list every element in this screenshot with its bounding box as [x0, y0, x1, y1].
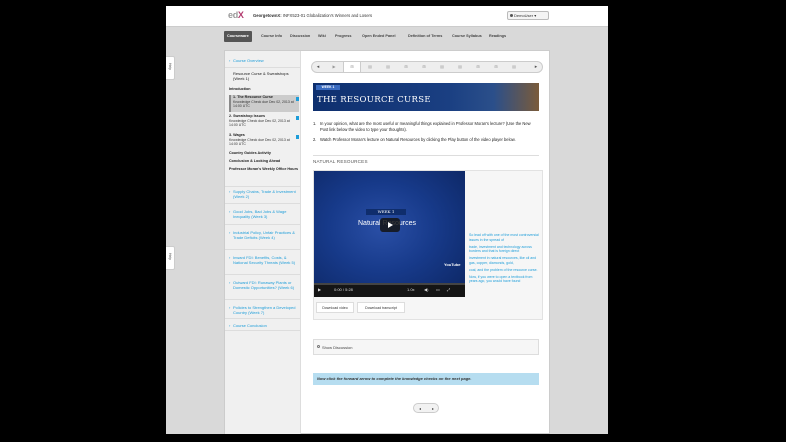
section-title: NATURAL RESOURCES [313, 159, 368, 164]
discussion-icon [317, 345, 320, 348]
transcript-panel[interactable]: So lead off with one of the most controv… [469, 233, 541, 286]
sidebar-country-guides[interactable]: Country Guides Activity [229, 151, 299, 156]
edx-logo[interactable]: edX [228, 10, 244, 20]
sidebar-chapter-week6[interactable]: › Outward FDI: Runaway Plants or Domestic… [225, 278, 301, 300]
instruction-note: Now click the forward arrow to complete … [313, 373, 539, 385]
youtube-logo[interactable]: YouTube [444, 262, 461, 267]
seq-item[interactable]: ▤ [361, 62, 379, 72]
bottom-sequence-nav: ◂ ▸ [413, 403, 439, 413]
course-sidebar: › Course Overview Resource Curse & Sweat… [225, 51, 301, 434]
checklist-icon [296, 116, 299, 120]
seq-item-active[interactable]: ⊞ [343, 62, 361, 72]
video-controls: ▶ 0:00 / 5:28 1.0x ◀) ▭ ⤢ [314, 283, 465, 297]
tab-wiki[interactable]: Wiki [315, 31, 329, 42]
fullscreen-icon[interactable]: ⤢ [447, 287, 450, 292]
sidebar-chapter-week4[interactable]: › Industrial Policy, Unfair Practices & T… [225, 228, 301, 250]
discussion-toggle[interactable]: Show Discussion [313, 339, 539, 355]
sidebar-sweatshop-issues[interactable]: 2. Sweatshop Issues Knowledge Check due D… [229, 114, 299, 131]
seq-item[interactable]: ⊞ [487, 62, 505, 72]
video-time: 0:00 / 5:28 [334, 287, 353, 292]
sequence-nav: ◂ ▶ ⊞ ▤ ▤ ⊞ ⊞ ▤ ▤ ⊞ ⊞ ▤ ▸ [311, 61, 543, 73]
next-arrow-icon[interactable]: ▸ [531, 62, 541, 72]
seq-item[interactable]: ▤ [379, 62, 397, 72]
sidebar-wages[interactable]: 3. Wages Knowledge Check due Dec 02, 2013… [229, 133, 299, 150]
user-menu-button[interactable]: DemoUser ▾ [507, 11, 549, 20]
tab-readings[interactable]: Readings [486, 31, 509, 42]
help-tab-top[interactable]: Help [166, 56, 175, 80]
week-banner: WEEK 1 THE RESOURCE CURSE [313, 83, 539, 111]
tab-progress[interactable]: Progress [332, 31, 354, 42]
prev-arrow-icon[interactable]: ◂ [414, 404, 426, 413]
help-tab-bottom[interactable]: Help [166, 246, 175, 270]
caption-icon[interactable]: ▭ [436, 287, 440, 292]
sidebar-office-hours[interactable]: Professor Moran's Weekly Office Hours [229, 167, 299, 172]
seq-item[interactable]: ⊞ [397, 62, 415, 72]
main-panel: › Course Overview Resource Curse & Sweat… [224, 50, 550, 434]
content-area: ◂ ▶ ⊞ ▤ ▤ ⊞ ⊞ ▤ ▤ ⊞ ⊞ ▤ ▸ WEEK 1 THE RES… [305, 51, 551, 434]
sidebar-resource-curse[interactable]: 1. The Resource Curse Knowledge Check due… [229, 95, 299, 112]
download-video-button[interactable]: Download video [316, 302, 354, 313]
seq-item[interactable]: ⊞ [469, 62, 487, 72]
sidebar-chapter-week3[interactable]: › Good Jobs, Bad Jobs & Wage Inequality (… [225, 207, 301, 225]
browser-frame: edX GeorgetownX: INFX523-01 Globalizatio… [166, 6, 608, 434]
download-transcript-button[interactable]: Download transcript [357, 302, 405, 313]
course-nav: Courseware Course Info Discussion Wiki P… [224, 31, 608, 42]
sidebar-introduction[interactable]: Introduction [229, 87, 299, 92]
tab-course-info[interactable]: Course Info [258, 31, 285, 42]
speed-button[interactable]: 1.0x [407, 287, 415, 292]
course-title: GeorgetownX: INFX523-01 Globalization's … [253, 13, 373, 18]
video-progress-bar[interactable] [314, 283, 465, 285]
seq-item[interactable]: ▤ [505, 62, 523, 72]
checklist-icon [296, 97, 299, 101]
volume-icon[interactable]: ◀) [424, 287, 428, 292]
sidebar-chapter-week1[interactable]: Resource Curse & Sweatshops (Week 1) [225, 71, 301, 85]
sidebar-chapter-week7[interactable]: › Policies to Strengthen a Developed Coun… [225, 303, 301, 319]
play-button[interactable] [380, 218, 400, 232]
tab-courseware[interactable]: Courseware [224, 31, 252, 42]
next-arrow-icon[interactable]: ▸ [427, 404, 439, 413]
divider [313, 155, 539, 156]
top-header: edX GeorgetownX: INFX523-01 Globalizatio… [166, 6, 608, 27]
sidebar-chapter-week5[interactable]: › Inward FDI: Benefits, Costs, & National… [225, 253, 301, 275]
prev-arrow-icon[interactable]: ◂ [313, 62, 323, 72]
sidebar-conclusion[interactable]: Conclusion & Looking Ahead [229, 159, 299, 164]
tab-course-syllabus[interactable]: Course Syllabus [449, 31, 485, 42]
sidebar-course-conclusion[interactable]: › Course Conclusion [225, 321, 301, 331]
seq-item[interactable]: ▤ [433, 62, 451, 72]
seq-item[interactable]: ▶ [325, 62, 343, 72]
video-module: WEEK 1 Natural Resources YouTube ▶ 0:00 … [313, 170, 543, 320]
checklist-icon [296, 135, 299, 139]
tab-open-ended-panel[interactable]: Open Ended Panel [359, 31, 399, 42]
seq-item[interactable]: ▤ [451, 62, 469, 72]
seq-item[interactable]: ⊞ [415, 62, 433, 72]
video-player[interactable]: WEEK 1 Natural Resources YouTube ▶ 0:00 … [314, 171, 465, 297]
play-icon[interactable]: ▶ [318, 287, 321, 292]
user-icon [510, 14, 513, 17]
tab-discussion[interactable]: Discussion [287, 31, 313, 42]
sidebar-course-overview[interactable]: › Course Overview [225, 58, 301, 68]
sidebar-chapter-week2[interactable]: › Supply Chains, Trade & Investment (Week… [225, 186, 301, 204]
tab-definition-of-terms[interactable]: Definition of Terms [405, 31, 445, 42]
